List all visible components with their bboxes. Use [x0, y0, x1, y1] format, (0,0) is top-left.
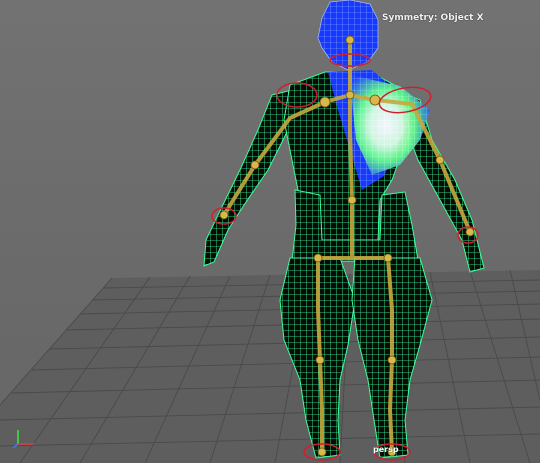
axis-gizmo-icon	[12, 430, 34, 449]
camera-name-label: persp	[373, 445, 399, 454]
scene-canvas[interactable]	[0, 0, 540, 463]
maya-perspective-viewport[interactable]: Symmetry: Object X persp	[0, 0, 540, 463]
floor-grid	[0, 269, 540, 463]
symmetry-status-label: Symmetry: Object X	[382, 13, 484, 23]
